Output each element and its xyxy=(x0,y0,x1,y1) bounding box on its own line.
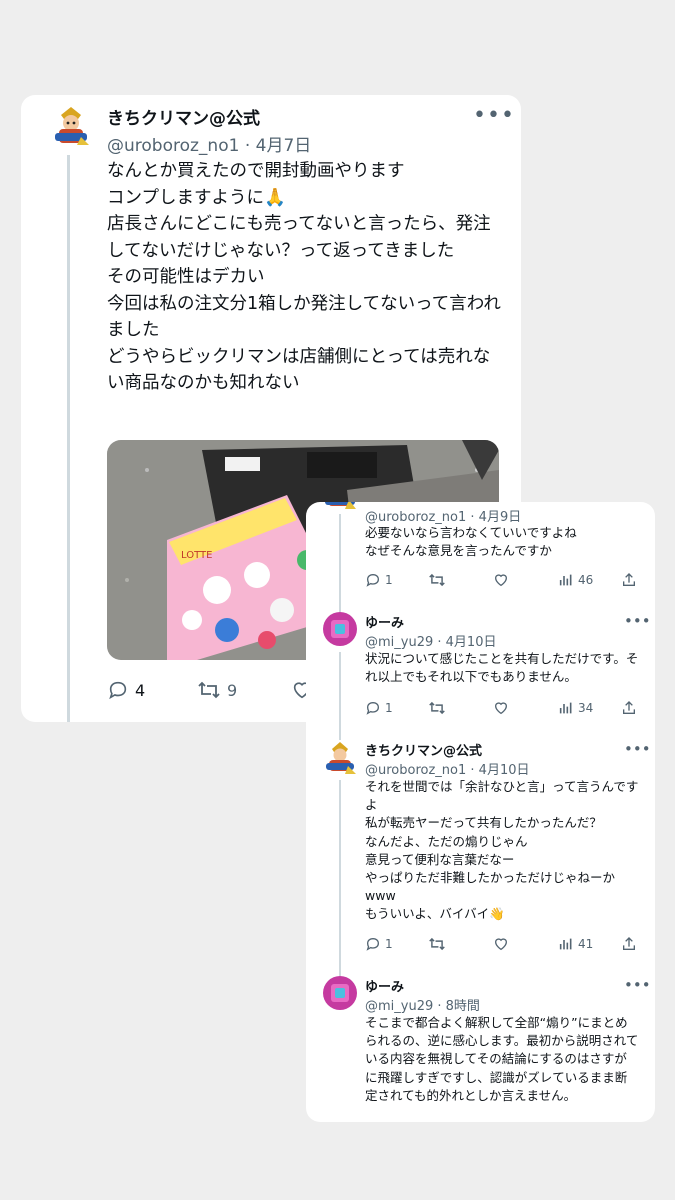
handle[interactable]: @uroboroz_no1 xyxy=(365,763,466,778)
display-name[interactable]: ゆーみ xyxy=(365,612,404,631)
views-button[interactable]: 41 xyxy=(558,936,593,952)
views-count: 46 xyxy=(578,573,594,587)
retweet-icon xyxy=(198,681,220,699)
reply-button[interactable]: 1 xyxy=(365,700,393,716)
reply-button[interactable]: 1 xyxy=(365,936,393,952)
tweet-date[interactable]: 8時間 xyxy=(446,999,480,1014)
thread-reply[interactable]: ゆーみ @mi_yu29 · 8時間 ••• そこまで都合よく解釈して全部“煽り… xyxy=(306,976,655,1122)
handle-date: @uroboroz_no1 · 4月10日 xyxy=(365,763,530,778)
retweet-button[interactable]: 9 xyxy=(197,679,237,701)
retweet-icon xyxy=(429,701,445,715)
views-icon xyxy=(559,938,572,950)
more-icon[interactable]: ••• xyxy=(624,740,651,758)
tweet-text: それを世間では「余計なひと言」って言うんですよ 私が転売ヤーだって共有したかった… xyxy=(365,779,639,922)
tweet-date[interactable]: 4月10日 xyxy=(446,635,497,650)
reply-icon xyxy=(366,937,380,951)
share-icon xyxy=(623,573,635,586)
display-name[interactable]: きちクリマン@公式 xyxy=(107,104,260,129)
handle-date: @mi_yu29 · 8時間 xyxy=(365,999,480,1014)
like-icon xyxy=(494,938,508,951)
tweet-text: そこまで都合よく解釈して全部“煽り”にまとめられるの、逆に感心します。最初から説… xyxy=(365,1015,639,1103)
reply-count: 1 xyxy=(385,937,393,951)
avatar[interactable] xyxy=(323,612,357,646)
reply-count: 4 xyxy=(135,680,146,700)
reply-thread-card[interactable]: @uroboroz_no1 · 4月9日 必要ないなら言わなくていいですよね な… xyxy=(306,502,655,1122)
tweet-actions: 1 34 xyxy=(365,700,639,718)
thread-line xyxy=(339,780,341,976)
tweet-date[interactable]: 4月9日 xyxy=(479,510,522,525)
reply-count: 1 xyxy=(385,701,393,715)
share-button[interactable] xyxy=(621,572,637,588)
views-button[interactable]: 34 xyxy=(558,700,593,716)
reply-count: 1 xyxy=(385,573,393,587)
handle-date: @mi_yu29 · 4月10日 xyxy=(365,635,497,650)
handle[interactable]: @mi_yu29 xyxy=(365,635,433,650)
more-icon[interactable]: ••• xyxy=(473,103,515,128)
like-icon xyxy=(494,574,508,587)
like-button[interactable] xyxy=(493,572,509,588)
avatar[interactable] xyxy=(323,502,357,510)
retweet-icon xyxy=(429,573,445,587)
reply-icon xyxy=(366,573,380,587)
handle[interactable]: @uroboroz_no1 xyxy=(107,136,239,156)
handle-date: @uroboroz_no1 · 4月9日 xyxy=(365,510,522,525)
share-icon xyxy=(623,701,635,714)
tweet-date[interactable]: 4月7日 xyxy=(256,136,312,156)
avatar[interactable] xyxy=(51,105,91,147)
share-button[interactable] xyxy=(621,700,637,716)
retweet-button[interactable] xyxy=(428,936,446,952)
avatar[interactable] xyxy=(323,740,357,774)
retweet-count: 9 xyxy=(227,680,238,700)
tweet-actions: 1 46 xyxy=(365,572,639,590)
more-icon[interactable]: ••• xyxy=(624,976,651,994)
handle-date: @uroboroz_no1 · 4月7日 xyxy=(107,136,312,156)
tweet-text: 状況について感じたことを共有しただけです。それ以上でもそれ以下でもありません。 xyxy=(365,651,639,685)
views-button[interactable]: 46 xyxy=(558,572,593,588)
reply-button[interactable]: 1 xyxy=(365,572,393,588)
handle[interactable]: @uroboroz_no1 xyxy=(365,510,466,525)
handle[interactable]: @mi_yu29 xyxy=(365,999,433,1014)
thread-reply[interactable]: きちクリマン@公式 @uroboroz_no1 · 4月10日 ••• それを世… xyxy=(306,740,655,976)
display-name[interactable]: ゆーみ xyxy=(365,976,404,995)
thread-line xyxy=(339,514,341,612)
like-button[interactable] xyxy=(493,936,509,952)
retweet-button[interactable] xyxy=(428,572,446,588)
like-button[interactable] xyxy=(493,700,509,716)
views-icon xyxy=(559,574,572,586)
share-button[interactable] xyxy=(621,936,637,952)
thread-reply[interactable]: @uroboroz_no1 · 4月9日 必要ないなら言わなくていいですよね な… xyxy=(306,502,655,612)
like-icon xyxy=(494,702,508,715)
views-count: 41 xyxy=(578,937,594,951)
avatar[interactable] xyxy=(323,976,357,1010)
product-brand-label: LOTTE xyxy=(181,550,212,561)
share-icon xyxy=(623,937,635,950)
thread-line xyxy=(339,652,341,740)
tweet-text: 必要ないなら言わなくていいですよね なぜそんな意見を言ったんですか xyxy=(365,525,577,559)
tweet-actions: 1 41 xyxy=(365,936,639,954)
tweet-date[interactable]: 4月10日 xyxy=(479,763,530,778)
more-icon[interactable]: ••• xyxy=(624,612,651,630)
reply-icon xyxy=(366,701,380,715)
reply-icon xyxy=(109,681,127,700)
retweet-icon xyxy=(429,937,445,951)
views-count: 34 xyxy=(578,701,594,715)
display-name[interactable]: きちクリマン@公式 xyxy=(365,740,482,759)
views-icon xyxy=(559,702,572,714)
retweet-button[interactable] xyxy=(428,700,446,716)
tweet-text: なんとか買えたので開封動画やります コンプしますように🙏 店長さんにどこにも売っ… xyxy=(107,161,501,393)
thread-line xyxy=(67,155,70,722)
reply-button[interactable]: 4 xyxy=(107,679,145,701)
thread-reply[interactable]: ゆーみ @mi_yu29 · 4月10日 ••• 状況について感じたことを共有し… xyxy=(306,612,655,740)
